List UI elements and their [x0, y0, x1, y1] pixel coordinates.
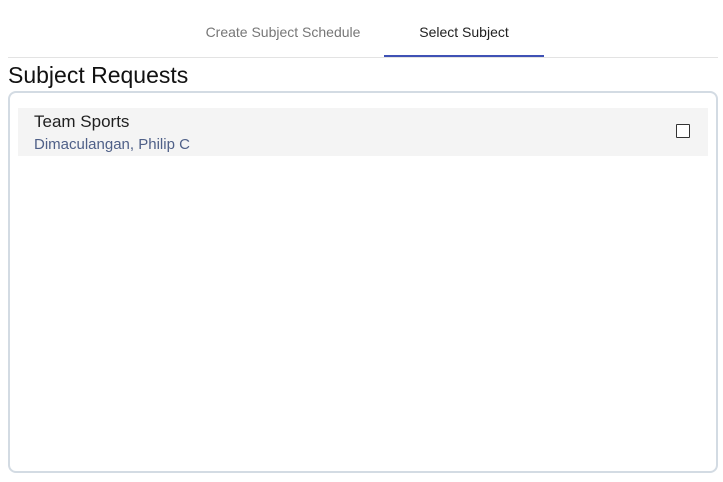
tab-create-subject-schedule[interactable]: Create Subject Schedule — [188, 0, 378, 57]
list-item[interactable]: Team Sports Dimaculangan, Philip C — [18, 108, 708, 156]
tab-select-subject[interactable]: Select Subject — [384, 0, 544, 57]
select-checkbox[interactable] — [676, 124, 690, 138]
subject-name: Team Sports — [34, 112, 130, 131]
active-tab-indicator — [384, 55, 544, 57]
tab-bar: Create Subject Schedule Select Subject — [8, 0, 718, 58]
section-title: Subject Requests — [8, 62, 189, 88]
instructor-name: Dimaculangan, Philip C — [34, 136, 190, 153]
subject-requests-panel: Team Sports Dimaculangan, Philip C — [8, 91, 718, 473]
